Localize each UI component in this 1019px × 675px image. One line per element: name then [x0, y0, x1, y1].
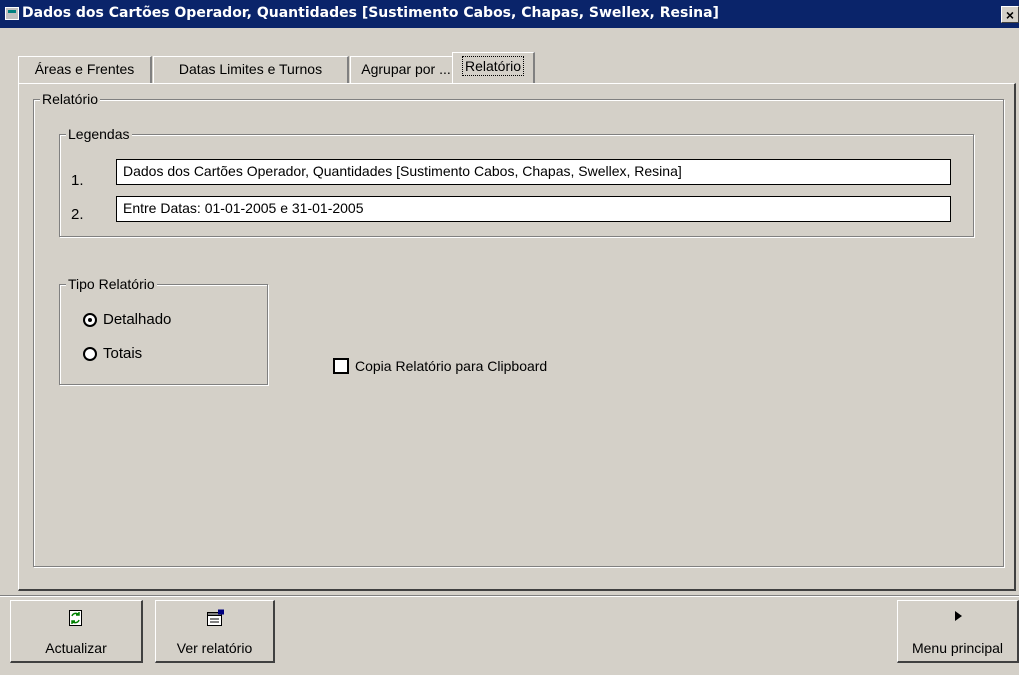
legend-number-2: 2.	[71, 206, 84, 223]
tipo-relatorio-group: Tipo Relatório	[59, 276, 268, 385]
report-icon	[156, 609, 273, 627]
radio-button-checked[interactable]	[83, 313, 97, 327]
menu-principal-button[interactable]: Menu principal	[897, 600, 1019, 663]
close-button[interactable]: ×	[1001, 6, 1019, 23]
tipo-relatorio-group-label: Tipo Relatório	[66, 276, 157, 292]
tab-label: Datas Limites e Turnos	[178, 61, 323, 77]
ver-relatorio-button[interactable]: Ver relatório	[155, 600, 275, 663]
title-bar: Dados dos Cartões Operador, Quantidades …	[0, 0, 1019, 28]
play-arrow-icon	[898, 609, 1017, 627]
menu-principal-label: Menu principal	[911, 640, 1004, 656]
refresh-icon	[11, 609, 141, 627]
tab-areas-e-frentes[interactable]: Áreas e Frentes	[18, 56, 152, 83]
ver-relatorio-label: Ver relatório	[176, 640, 253, 656]
bottom-separator	[0, 595, 1019, 597]
legend-field-2[interactable]: Entre Datas: 01-01-2005 e 31-01-2005	[116, 196, 951, 222]
tab-datas-limites-e-turnos[interactable]: Datas Limites e Turnos	[153, 56, 349, 83]
tab-label: Agrupar por ...	[361, 61, 451, 77]
copia-clipboard-checkbox[interactable]	[333, 358, 349, 374]
tab-relatorio[interactable]: Relatório	[452, 52, 535, 83]
radio-label: Detalhado	[103, 311, 172, 328]
tab-agrupar-por[interactable]: Agrupar por ...	[350, 56, 463, 83]
window-title: Dados dos Cartões Operador, Quantidades …	[22, 5, 719, 21]
copia-clipboard-label: Copia Relatório para Clipboard	[355, 358, 548, 374]
actualizar-button[interactable]: Actualizar	[10, 600, 143, 663]
relatorio-group-label: Relatório	[40, 91, 101, 107]
legend-number-1: 1.	[71, 172, 84, 189]
app-window-icon	[5, 7, 19, 20]
actualizar-label: Actualizar	[45, 640, 107, 656]
tab-label: Relatório	[461, 56, 525, 76]
radio-label: Totais	[103, 345, 143, 362]
tab-label: Áreas e Frentes	[34, 61, 135, 77]
legendas-group-label: Legendas	[66, 126, 132, 142]
radio-button[interactable]	[83, 347, 97, 361]
legend-field-1[interactable]: Dados dos Cartões Operador, Quantidades …	[116, 159, 951, 185]
